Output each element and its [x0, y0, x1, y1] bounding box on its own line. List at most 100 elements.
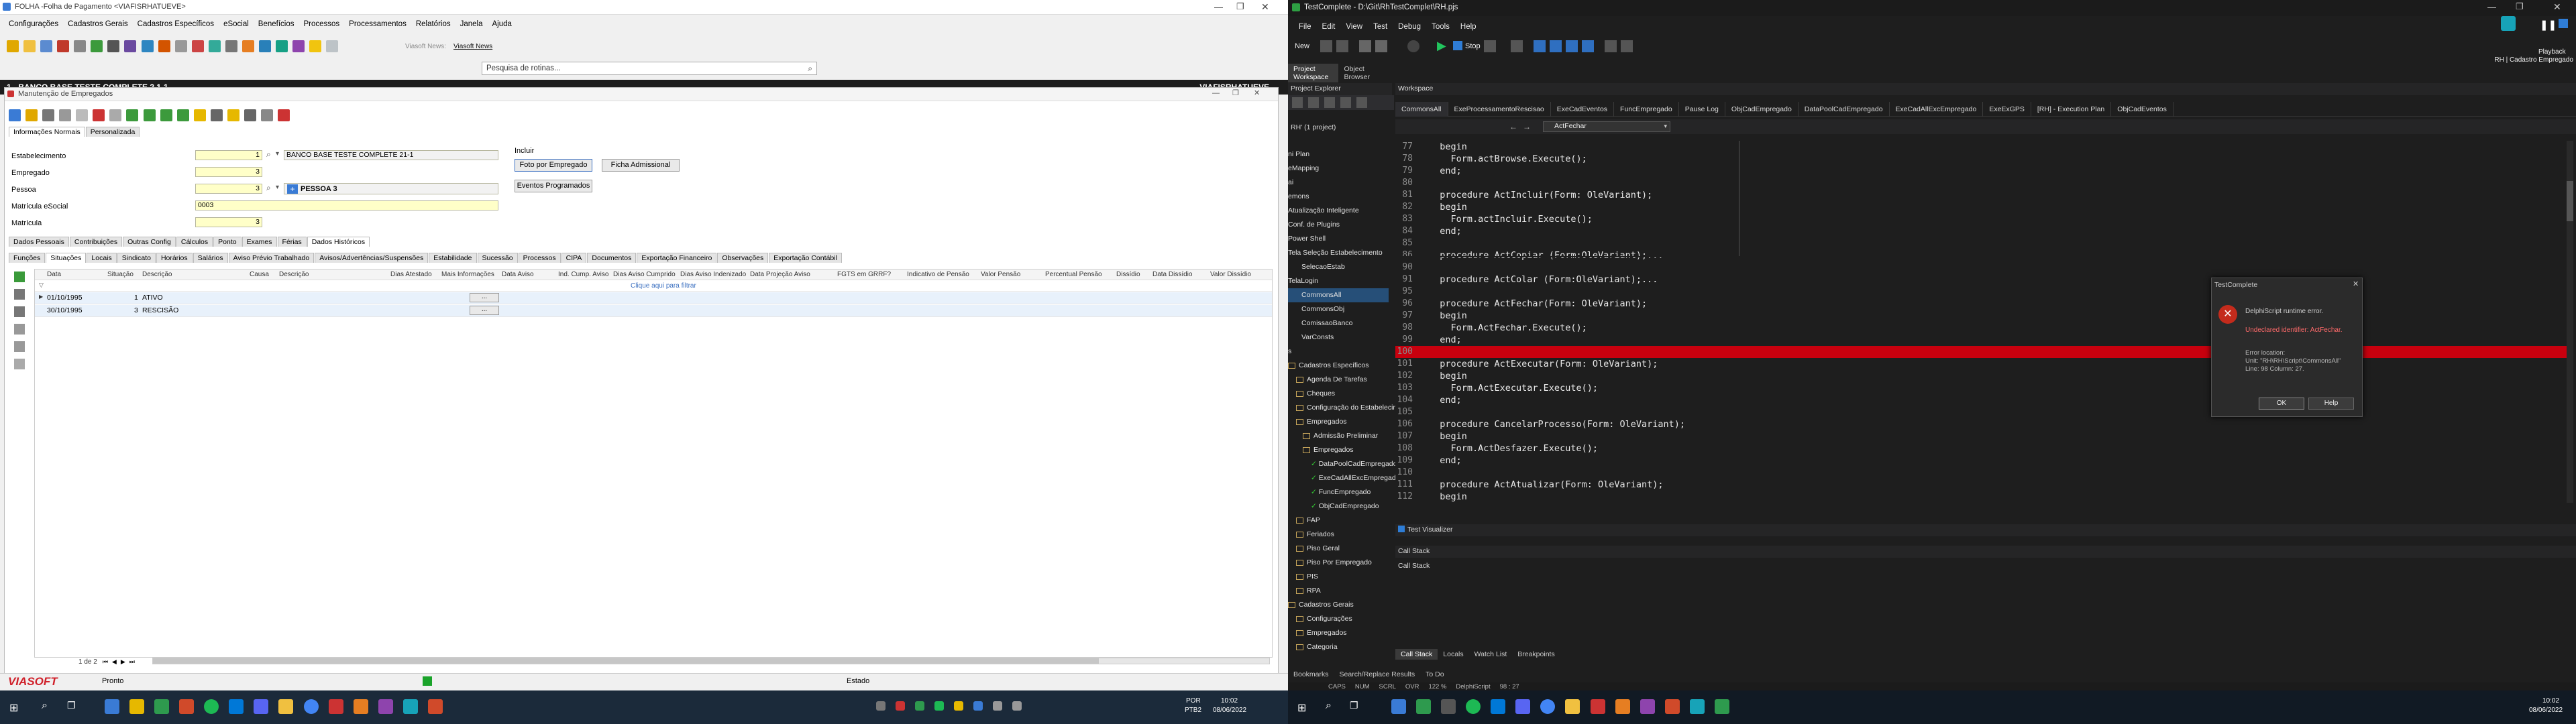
- tree-item[interactable]: ✓ FuncEmpregado: [1288, 485, 1389, 499]
- task-view-icon[interactable]: ❐: [67, 700, 76, 711]
- export-icon[interactable]: [244, 109, 256, 121]
- tree-item[interactable]: CommonsObj: [1288, 302, 1389, 316]
- tree-item[interactable]: ✓ ExeCadAllExcEmpregado: [1288, 471, 1400, 485]
- search-icon[interactable]: ⌕: [42, 700, 48, 712]
- col-header[interactable]: Dias Aviso Cumprido: [613, 271, 676, 278]
- delete-icon[interactable]: [93, 109, 105, 121]
- menu-item[interactable]: Processamentos: [344, 20, 411, 28]
- editor-tab[interactable]: DataPoolCadEmpregado: [1799, 101, 1890, 117]
- menu-item[interactable]: Help: [1455, 23, 1482, 31]
- edit-icon[interactable]: [25, 109, 38, 121]
- user-icon[interactable]: [40, 40, 53, 52]
- app-icon[interactable]: [1689, 699, 1705, 714]
- first-page-icon[interactable]: ⏮: [103, 658, 108, 666]
- ok-button[interactable]: OK: [2259, 398, 2304, 410]
- keyboard-lang[interactable]: POR: [1186, 697, 1201, 705]
- next-record-icon[interactable]: [160, 109, 172, 121]
- tab-personalizada[interactable]: Personalizada: [85, 127, 140, 137]
- folder-open-icon[interactable]: [227, 109, 239, 121]
- col-header[interactable]: Descrição: [279, 271, 309, 278]
- tab-commonsall[interactable]: CommonsAll: [1395, 101, 1448, 117]
- app-icon[interactable]: [1441, 699, 1456, 714]
- new-record-icon[interactable]: [9, 109, 21, 121]
- step-into-icon[interactable]: [1534, 40, 1546, 52]
- tab-sindicato[interactable]: Sindicato: [117, 253, 156, 263]
- tools-icon[interactable]: [158, 40, 170, 52]
- tab-outras-config[interactable]: Outras Config: [123, 237, 176, 247]
- col-header[interactable]: Valor Pensão: [981, 271, 1020, 278]
- step-icon[interactable]: [1484, 40, 1496, 52]
- app-icon[interactable]: [229, 699, 244, 714]
- tab-contribuicoes[interactable]: Contribuições: [69, 237, 123, 247]
- tab-breakpoints[interactable]: Breakpoints: [1512, 649, 1560, 660]
- col-header[interactable]: Percentual Pensão: [1045, 271, 1102, 278]
- filter-icon[interactable]: ▽: [39, 282, 44, 289]
- discord-icon[interactable]: [1515, 699, 1531, 714]
- tree-item-selected[interactable]: CommonsAll: [1288, 288, 1389, 302]
- tab-observacoes[interactable]: Observações: [717, 253, 769, 263]
- tree-item[interactable]: Agenda De Tarefas: [1288, 373, 1389, 387]
- tree-item[interactable]: emons: [1288, 190, 1389, 204]
- undo-icon[interactable]: [109, 109, 122, 121]
- editor-tab[interactable]: [RH] - Execution Plan: [2031, 101, 2112, 117]
- mais-informacoes-button[interactable]: ...: [470, 306, 499, 315]
- maximize-icon[interactable]: ❐: [2516, 1, 2524, 12]
- tree-item[interactable]: ComissaoBanco: [1288, 316, 1389, 330]
- lightbulb-icon[interactable]: [309, 40, 322, 52]
- tab-exportacao-contabil[interactable]: Exportação Contábil: [769, 253, 842, 263]
- editor-tab[interactable]: ObjCadEventos: [2111, 101, 2174, 117]
- close-icon[interactable]: ✕: [1254, 88, 1260, 97]
- mail-icon[interactable]: [276, 40, 288, 52]
- app-icon[interactable]: [1391, 699, 1406, 714]
- menu-item[interactable]: Relatórios: [411, 20, 455, 28]
- function-dropdown[interactable]: ActFechar ▾: [1543, 121, 1670, 132]
- editor-tab[interactable]: ExeProcessamentoRescisao: [1448, 101, 1551, 117]
- windows-start-icon[interactable]: ⊞: [1297, 701, 1306, 715]
- col-header[interactable]: Dias Atestado: [390, 271, 432, 278]
- foto-por-empregado-button[interactable]: Foto por Empregado: [515, 159, 592, 172]
- menu-item[interactable]: Edit: [1317, 23, 1341, 31]
- layout-icon[interactable]: [2501, 16, 2516, 31]
- last-record-icon[interactable]: [176, 109, 189, 121]
- print-icon[interactable]: [210, 109, 223, 121]
- run-icon[interactable]: ▶: [1437, 39, 1446, 53]
- scrollbar-thumb[interactable]: [2567, 181, 2573, 221]
- open-icon[interactable]: [1320, 40, 1332, 52]
- menu-item[interactable]: eSocial: [219, 20, 254, 28]
- tab-object-browser[interactable]: Object Browser: [1338, 64, 1382, 82]
- tree-item[interactable]: Categoria: [1288, 640, 1389, 654]
- tab-cipa[interactable]: CIPA: [561, 253, 587, 263]
- help-icon[interactable]: [258, 40, 271, 52]
- editor-tab[interactable]: ExeCadEventos: [1551, 101, 1615, 117]
- mais-informacoes-button[interactable]: ...: [470, 293, 499, 302]
- tab-ponto[interactable]: Ponto: [213, 237, 241, 247]
- menu-item[interactable]: Debug: [1393, 23, 1426, 31]
- close-icon[interactable]: ✕: [2553, 1, 2561, 13]
- tree-item[interactable]: Cadastros Específicos: [1288, 359, 1389, 373]
- matricula-field[interactable]: 3: [195, 217, 262, 227]
- flag-icon[interactable]: [191, 40, 204, 52]
- tab-dados-pessoais[interactable]: Dados Pessoais: [9, 237, 69, 247]
- tree-item[interactable]: RPA: [1288, 584, 1389, 598]
- tab-watch-list[interactable]: Watch List: [1469, 649, 1513, 660]
- editor-tab[interactable]: FuncEmpregado: [1614, 101, 1679, 117]
- prev-page-icon[interactable]: ◀: [112, 658, 117, 666]
- menu-item[interactable]: File: [1293, 23, 1317, 31]
- col-header[interactable]: Indicativo de Pensão: [907, 271, 969, 278]
- app-icon[interactable]: [1664, 699, 1680, 714]
- tree-item[interactable]: Configurações: [1288, 612, 1389, 626]
- tree-item[interactable]: Atualização Inteligente: [1288, 204, 1389, 218]
- exit-icon[interactable]: [326, 40, 339, 52]
- tab-todo[interactable]: To Do: [1420, 669, 1449, 680]
- app-icon[interactable]: [1615, 699, 1630, 714]
- pause-playback-icon[interactable]: ❚❚: [2540, 19, 2557, 31]
- tab-funcoes[interactable]: Funções: [9, 253, 46, 263]
- tab-locals[interactable]: Locals: [1438, 649, 1468, 660]
- col-header[interactable]: Mais Informações: [441, 271, 494, 278]
- vertical-scrollbar[interactable]: [2567, 141, 2573, 503]
- save-icon[interactable]: [42, 109, 55, 121]
- stop-button[interactable]: Stop: [1465, 42, 1481, 50]
- minimize-icon[interactable]: —: [2487, 2, 2496, 12]
- windows-start-icon[interactable]: ⊞: [9, 701, 18, 715]
- viasoft-news-link[interactable]: Viasoft News: [453, 43, 492, 50]
